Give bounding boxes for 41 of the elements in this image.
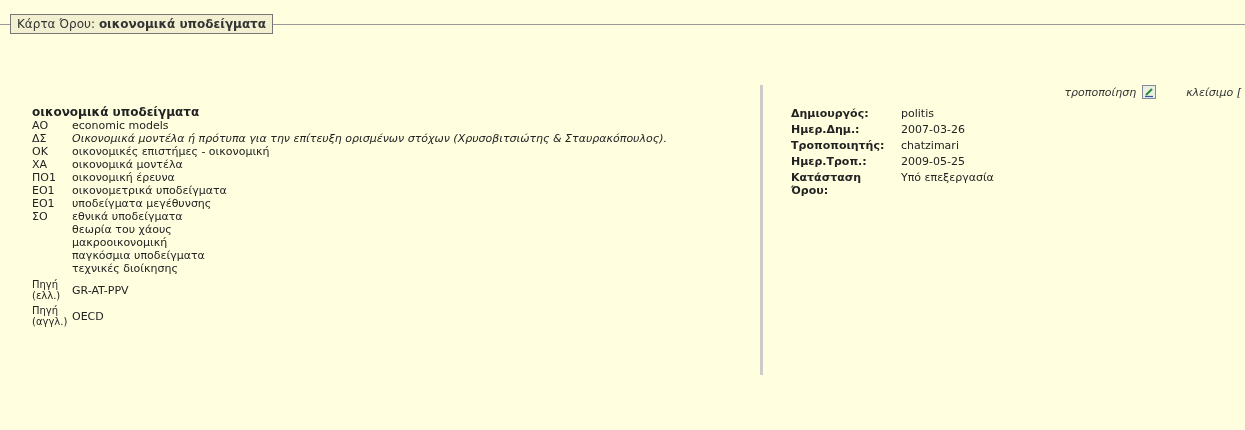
- related-term: τεχνικές διοίκησης: [72, 262, 179, 275]
- relation-code: ΧΑ: [32, 158, 49, 171]
- meta-label: Ημερ.Τροπ.:: [791, 155, 868, 168]
- related-term: οικονομικά μοντέλα: [72, 158, 183, 171]
- related-term: economic models: [72, 119, 169, 132]
- related-term: θεωρία του χάους: [72, 223, 173, 236]
- meta-label: Κατάσταση Όρου:: [791, 171, 863, 197]
- edit-link[interactable]: τροποποίηση: [1064, 85, 1157, 99]
- definition-text: Οικονομικά μοντέλα ή πρότυπα για την επίτευξη ορισμένων στόχων (Χρυσοβιτσιώτης & Σταυρακόπουλος).: [72, 132, 667, 145]
- meta-label: Τροποποιητής:: [791, 139, 886, 152]
- related-term: υποδείγματα μεγέθυνσης: [72, 197, 212, 210]
- relation-code: ΕΟ1: [32, 184, 56, 197]
- source-language: (αγγλ.): [32, 316, 69, 327]
- meta-label: Δημιουργός:: [791, 107, 870, 120]
- related-term: οικονομικές επιστήμες - οικονομική: [72, 145, 270, 158]
- meta-label: Ημερ.Δημ.:: [791, 123, 861, 136]
- meta-value: politis: [901, 107, 935, 120]
- source-label: Πηγή: [32, 305, 59, 316]
- relation-code: ΑΟ: [32, 119, 50, 132]
- related-term: οικονομική έρευνα: [72, 171, 175, 184]
- edit-icon: [1142, 85, 1157, 99]
- relation-code: ΔΣ: [32, 132, 48, 145]
- source-value: OECD: [72, 309, 104, 323]
- card-title: Κάρτα Όρου: οικονομικά υποδείγματα: [10, 14, 274, 34]
- meta-value: 2007-03-26: [901, 123, 966, 136]
- relation-code: ΠΟ1: [32, 171, 57, 184]
- term-heading: οικονομικά υποδείγματα: [32, 105, 201, 119]
- meta-value: Υπό επεξεργασία: [901, 171, 995, 186]
- related-term: παγκόσμια υποδείγματα: [72, 249, 205, 262]
- source-value: GR-AT-PPV: [72, 283, 129, 297]
- source-label: Πηγή: [32, 279, 59, 290]
- source-language: (ελλ.): [32, 290, 62, 301]
- meta-value: chatzimari: [901, 139, 960, 152]
- related-term: εθνικά υποδείγματα: [72, 210, 184, 223]
- related-term: οικονομετρικά υποδείγματα: [72, 184, 227, 197]
- relation-code: ΟΚ: [32, 145, 49, 158]
- relation-code: ΕΟ1: [32, 197, 56, 210]
- related-term: μακροοικονομική: [72, 236, 169, 249]
- meta-value: 2009-05-25: [901, 155, 966, 168]
- close-link[interactable]: κλείσιμο [: [1186, 85, 1241, 99]
- relation-code: ΣΟ: [32, 210, 49, 225]
